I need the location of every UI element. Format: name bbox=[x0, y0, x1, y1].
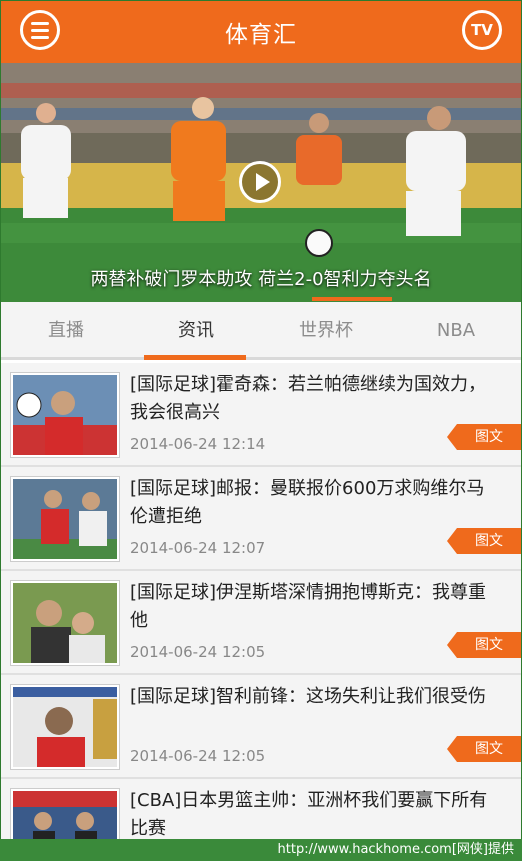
news-type-badge: 图文 bbox=[447, 736, 521, 762]
news-thumbnail bbox=[11, 373, 119, 457]
news-title: [国际足球]伊涅斯塔深情拥抱博斯克：我尊重他 bbox=[130, 582, 487, 631]
top-bar: 体育汇 TV bbox=[1, 1, 521, 63]
news-title: [国际足球]邮报：曼联报价600万求购维尔马伦遭拒绝 bbox=[130, 478, 485, 527]
hero-banner[interactable]: 两替补破门罗本助攻 荷兰2-0智利力夺头名 bbox=[1, 63, 521, 302]
hero-caption[interactable]: 两替补破门罗本助攻 荷兰2-0智利力夺头名 bbox=[1, 265, 521, 291]
news-title: [国际足球]霍奇森：若兰帕德继续为国效力，我会很高兴 bbox=[130, 374, 487, 423]
news-time: 2014-06-24 12:05 bbox=[130, 643, 266, 661]
tab-news[interactable]: 资讯 bbox=[131, 302, 261, 360]
news-thumbnail bbox=[11, 477, 119, 561]
play-icon[interactable] bbox=[239, 161, 281, 203]
news-time: 2014-06-24 12:05 bbox=[130, 747, 266, 765]
watermark-text: http://www.hackhome.com[网侠]提供 bbox=[0, 839, 522, 861]
app-screen: 体育汇 TV 两替补破门罗本助攻 荷兰2-0智利力夺头名 直播 资讯 世界杯 N… bbox=[0, 0, 522, 839]
news-type-badge: 图文 bbox=[447, 632, 521, 658]
news-thumbnail bbox=[11, 685, 119, 769]
tab-world-cup[interactable]: 世界杯 bbox=[261, 302, 391, 360]
list-item[interactable]: [国际足球]霍奇森：若兰帕德继续为国效力，我会很高兴 2014-06-24 12… bbox=[1, 363, 521, 467]
category-tabs: 直播 资讯 世界杯 NBA bbox=[1, 302, 521, 360]
app-title: 体育汇 bbox=[225, 22, 297, 48]
slide-indicator bbox=[312, 297, 392, 301]
news-type-badge: 图文 bbox=[447, 528, 521, 554]
list-item[interactable]: [国际足球]伊涅斯塔深情拥抱博斯克：我尊重他 2014-06-24 12:05 … bbox=[1, 571, 521, 675]
news-time: 2014-06-24 12:07 bbox=[130, 539, 266, 557]
active-tab-indicator bbox=[144, 355, 246, 360]
news-thumbnail bbox=[11, 581, 119, 665]
list-item[interactable]: [CBA]日本男篮主帅：亚洲杯我们要赢下所有比赛 bbox=[1, 779, 521, 839]
news-thumbnail bbox=[11, 789, 119, 839]
news-title: [CBA]日本男篮主帅：亚洲杯我们要赢下所有比赛 bbox=[130, 790, 488, 839]
list-item[interactable]: [国际足球]邮报：曼联报价600万求购维尔马伦遭拒绝 2014-06-24 12… bbox=[1, 467, 521, 571]
list-item[interactable]: [国际足球]智利前锋：这场失利让我们很受伤 2014-06-24 12:05 图… bbox=[1, 675, 521, 779]
tab-live[interactable]: 直播 bbox=[1, 302, 131, 360]
news-type-badge: 图文 bbox=[447, 424, 521, 450]
tab-nba[interactable]: NBA bbox=[391, 302, 521, 360]
news-time: 2014-06-24 12:14 bbox=[130, 435, 266, 453]
news-title: [国际足球]智利前锋：这场失利让我们很受伤 bbox=[130, 686, 487, 707]
tv-icon[interactable]: TV bbox=[462, 10, 502, 50]
